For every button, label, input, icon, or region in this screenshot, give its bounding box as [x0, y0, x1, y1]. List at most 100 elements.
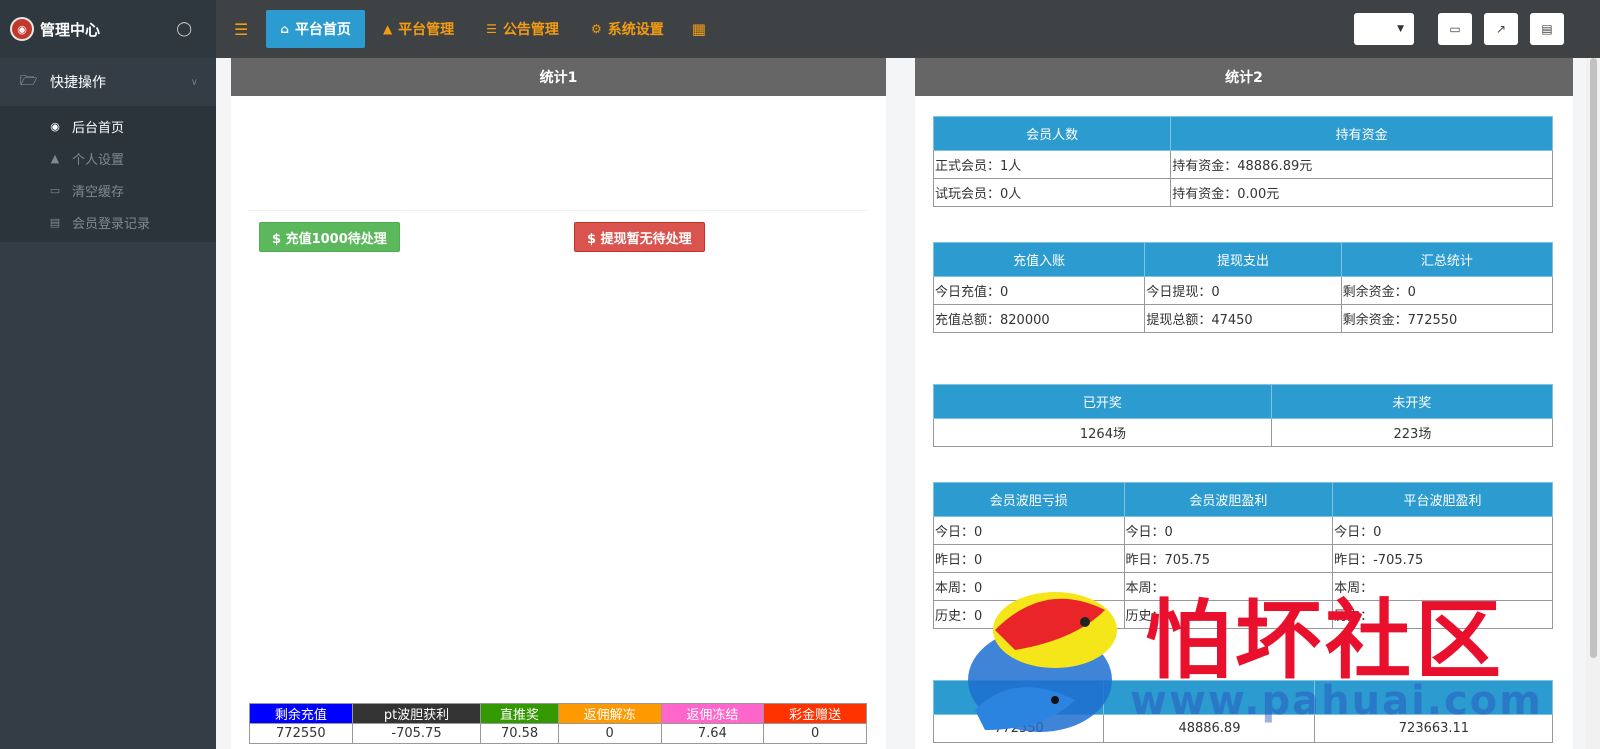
top-nav: ☰ ⌂ 平台首页 ▲ 平台管理 ☰ 公告管理 ⚙ 系统设置 ▦ ▼ ▭ ↗ ▤ [216, 0, 1600, 58]
dashboard-icon: ◉ [50, 119, 60, 133]
list-icon: ☰ [486, 22, 497, 36]
table-cell: 今日提现：0 [1144, 276, 1342, 305]
list-icon: ▤ [1541, 22, 1553, 36]
table-row: 本周：0 本周： 本周： [933, 572, 1553, 601]
table-header-row: 已开奖 未开奖 [933, 384, 1554, 419]
chevron-down-icon: ∨ [190, 76, 198, 88]
gear-icon: ⚙ [590, 22, 602, 36]
stats-panel-2: 统计2 会员人数 持有资金 正式会员：1人 持有资金：48886.89元 试玩会… [915, 58, 1573, 749]
vertical-scrollbar[interactable] [1586, 58, 1600, 749]
table-row: 试玩会员：0人 持有资金：0.00元 [932, 178, 1553, 207]
list-icon: ▤ [49, 215, 61, 229]
table-row: 昨日：0 昨日：705.75 昨日：-705.75 [933, 544, 1553, 573]
divider [249, 210, 868, 211]
sidebar-item-clear-cache[interactable]: ▭ 清空缓存 [0, 174, 216, 206]
table-cell: 本周：0 [933, 572, 1125, 601]
panel-title: 统计2 [915, 58, 1573, 96]
summary-header: 返佣解冻 [557, 703, 662, 724]
table-cell: 本周： [1332, 572, 1553, 601]
brand: ◉ 管理中心 ◯ [0, 0, 216, 58]
tab-system-settings[interactable]: ⚙ 系统设置 [577, 10, 678, 48]
summary-header: 剩余充值 [249, 703, 353, 724]
scrollbar-thumb[interactable] [1590, 58, 1597, 658]
table-header: 平台波胆盈利 [1332, 482, 1553, 517]
sidebar-item-login-log[interactable]: ▤ 会员登录记录 [0, 206, 216, 238]
clear-button[interactable]: ▭ [1438, 13, 1472, 45]
summary-value: 772550 [249, 723, 353, 744]
sidebar-item-profile[interactable]: ▲ 个人设置 [0, 142, 216, 174]
finance-table: 充值入账 提现支出 汇总统计 今日充值：0 今日提现：0 剩余资金：0 充值总额… [932, 242, 1554, 333]
table-row: 充值总额：820000 提现总额：47450 剩余资金：772550 [932, 304, 1554, 333]
summary-value: 7.64 [660, 723, 765, 744]
table-cell: 正式会员：1人 [932, 150, 1172, 179]
table-header-row: 充值入账 提现支出 汇总统计 [932, 242, 1554, 277]
table-cell: 今日充值：0 [932, 276, 1146, 305]
table-header-row: 会员波胆亏损 会员波胆盈利 平台波胆盈利 [933, 482, 1553, 517]
totals-table: 772550 48886.89 723663.11 [932, 680, 1554, 743]
table-cell: 昨日：-705.75 [1332, 544, 1553, 573]
recharge-pending-button[interactable]: $ 充值1000待处理 [259, 222, 400, 252]
table-header: 提现支出 [1144, 242, 1342, 277]
table-header: 汇总统计 [1340, 242, 1554, 277]
sidebar-group-quick[interactable]: 🗁 快捷操作 ∨ [0, 58, 216, 106]
table-cell: 今日：0 [1332, 516, 1553, 545]
summary-header: 彩金赠送 [763, 703, 867, 724]
lottery-table: 已开奖 未开奖 1264场 223场 [933, 384, 1554, 447]
summary-value: 0 [557, 723, 662, 744]
table-header: 充值入账 [932, 242, 1146, 277]
user-icon: ▲ [50, 151, 60, 165]
table-row: 1264场 223场 [933, 418, 1554, 447]
tab-platform-home[interactable]: ⌂ 平台首页 [266, 10, 365, 48]
table-cell: 剩余资金：772550 [1340, 304, 1554, 333]
table-cell: 本周： [1123, 572, 1334, 601]
home-icon: ⌂ [280, 22, 289, 36]
sidebar: ◉ 管理中心 ◯ 🗁 快捷操作 ∨ ◉ 后台首页 ▲ 个人设置 ▭ 清空缓存 ▤… [0, 0, 216, 749]
tab-announcement[interactable]: ☰ 公告管理 [472, 10, 573, 48]
table-header [1103, 680, 1315, 715]
table-cell: 历史：0 [933, 600, 1125, 629]
withdraw-pending-button[interactable]: $ 提现暂无待处理 [574, 222, 705, 252]
table-cell: 充值总额：820000 [932, 304, 1146, 333]
table-cell: 772550 [932, 714, 1105, 743]
tab-platform-manage[interactable]: ▲ 平台管理 [369, 10, 468, 48]
sidebar-item-label: 清空缓存 [72, 184, 125, 200]
fullscreen-button[interactable]: ↗ [1484, 13, 1518, 45]
table-row: 正式会员：1人 持有资金：48886.89元 [932, 150, 1553, 179]
table-header: 会员波胆亏损 [933, 482, 1125, 517]
table-header: 未开奖 [1270, 384, 1554, 419]
table-cell: 历史： [1123, 600, 1334, 629]
expand-icon: ↗ [1495, 22, 1507, 36]
table-cell: 剩余资金：0 [1340, 276, 1554, 305]
table-row: 今日：0 今日：0 今日：0 [933, 516, 1553, 545]
theme-drop-icon[interactable]: ◯ [176, 21, 192, 37]
menu-toggle-icon[interactable]: ☰ [234, 20, 248, 39]
table-header: 会员波胆盈利 [1123, 482, 1334, 517]
summary-header: 直推奖 [480, 703, 559, 724]
sidebar-submenu: ◉ 后台首页 ▲ 个人设置 ▭ 清空缓存 ▤ 会员登录记录 [0, 106, 216, 242]
tab-label: 系统设置 [607, 22, 664, 38]
sidebar-item-label: 会员登录记录 [72, 216, 151, 232]
table-header-row [932, 680, 1554, 715]
summary-value: 0 [763, 723, 867, 744]
summary-header: 返佣冻结 [660, 703, 765, 724]
table-cell: 223场 [1270, 418, 1554, 447]
panel-title: 统计1 [231, 58, 886, 96]
table-cell: 试玩会员：0人 [932, 178, 1172, 207]
summary-header: pt波胆获利 [351, 703, 482, 724]
top-actions: ▼ ▭ ↗ ▤ [1354, 13, 1564, 45]
sidebar-item-label: 个人设置 [72, 152, 125, 168]
table-cell: 持有资金：48886.89元 [1170, 150, 1553, 179]
table-header [932, 680, 1105, 715]
summary-value: -705.75 [351, 723, 482, 744]
table-cell: 昨日：705.75 [1123, 544, 1334, 573]
brand-title: 管理中心 [40, 20, 101, 39]
table-header-row: 剩余充值 pt波胆获利 直推奖 返佣解冻 返佣冻结 彩金赠送 [249, 703, 867, 724]
table-cell: 持有资金：0.00元 [1170, 178, 1553, 207]
grid-icon[interactable]: ▦ [692, 20, 706, 38]
stats-panel-1: 统计1 $ 充值1000待处理 $ 提现暂无待处理 剩余充值 pt波胆获利 直推… [231, 58, 886, 749]
table-cell: 今日：0 [1123, 516, 1334, 545]
language-select[interactable]: ▼ [1354, 13, 1414, 45]
settings-button[interactable]: ▤ [1530, 13, 1564, 45]
sidebar-item-dashboard[interactable]: ◉ 后台首页 [0, 110, 216, 142]
summary-value: 70.58 [480, 723, 559, 744]
